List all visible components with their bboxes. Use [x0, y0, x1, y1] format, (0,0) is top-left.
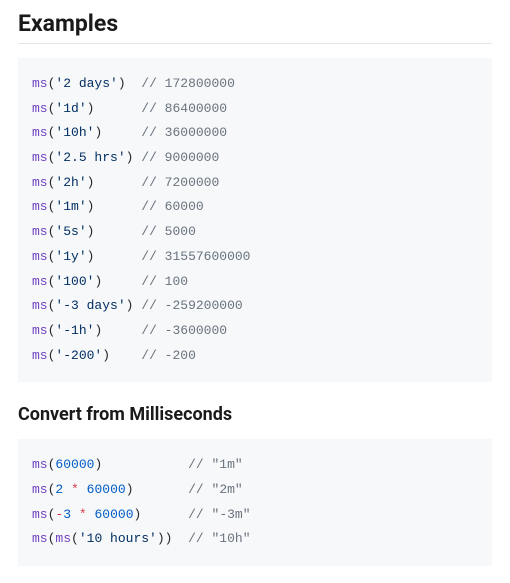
code-comment: // 86400000: [141, 101, 227, 116]
convert-heading: Convert from Milliseconds: [18, 404, 492, 425]
code-comment: // "10h": [188, 531, 250, 546]
code-block-convert: ms(60000) // "1m"ms(2 * 60000) // "2m"ms…: [18, 439, 492, 566]
code-comment: // 100: [141, 274, 188, 289]
code-line: ms(-3 * 60000) // "-3m": [32, 503, 478, 528]
code-line: ms('2h') // 7200000: [32, 171, 478, 196]
code-comment: // 60000: [141, 199, 203, 214]
code-line: ms(2 * 60000) // "2m": [32, 478, 478, 503]
code-comment: // "-3m": [188, 507, 250, 522]
code-comment: // -259200000: [141, 298, 242, 313]
code-line: ms(60000) // "1m": [32, 453, 478, 478]
code-line: ms('100') // 100: [32, 270, 478, 295]
code-comment: // 7200000: [141, 175, 219, 190]
code-line: ms('-1h') // -3600000: [32, 319, 478, 344]
code-comment: // 36000000: [141, 125, 227, 140]
code-comment: // 31557600000: [141, 249, 250, 264]
code-line: ms('10h') // 36000000: [32, 121, 478, 146]
code-line: ms('-3 days') // -259200000: [32, 294, 478, 319]
code-comment: // "2m": [188, 482, 243, 497]
code-line: ms('5s') // 5000: [32, 220, 478, 245]
code-line: ms('1y') // 31557600000: [32, 245, 478, 270]
code-line: ms('2.5 hrs') // 9000000: [32, 146, 478, 171]
code-block-examples: ms('2 days') // 172800000ms('1d') // 864…: [18, 58, 492, 382]
code-comment: // 9000000: [141, 150, 219, 165]
code-comment: // -200: [141, 348, 196, 363]
code-comment: // -3600000: [141, 323, 227, 338]
code-line: ms(ms('10 hours')) // "10h": [32, 527, 478, 552]
code-comment: // "1m": [188, 457, 243, 472]
code-comment: // 172800000: [141, 76, 235, 91]
examples-heading: Examples: [18, 10, 492, 44]
code-line: ms('1m') // 60000: [32, 195, 478, 220]
code-line: ms('1d') // 86400000: [32, 97, 478, 122]
code-line: ms('2 days') // 172800000: [32, 72, 478, 97]
code-line: ms('-200') // -200: [32, 344, 478, 369]
code-comment: // 5000: [141, 224, 196, 239]
